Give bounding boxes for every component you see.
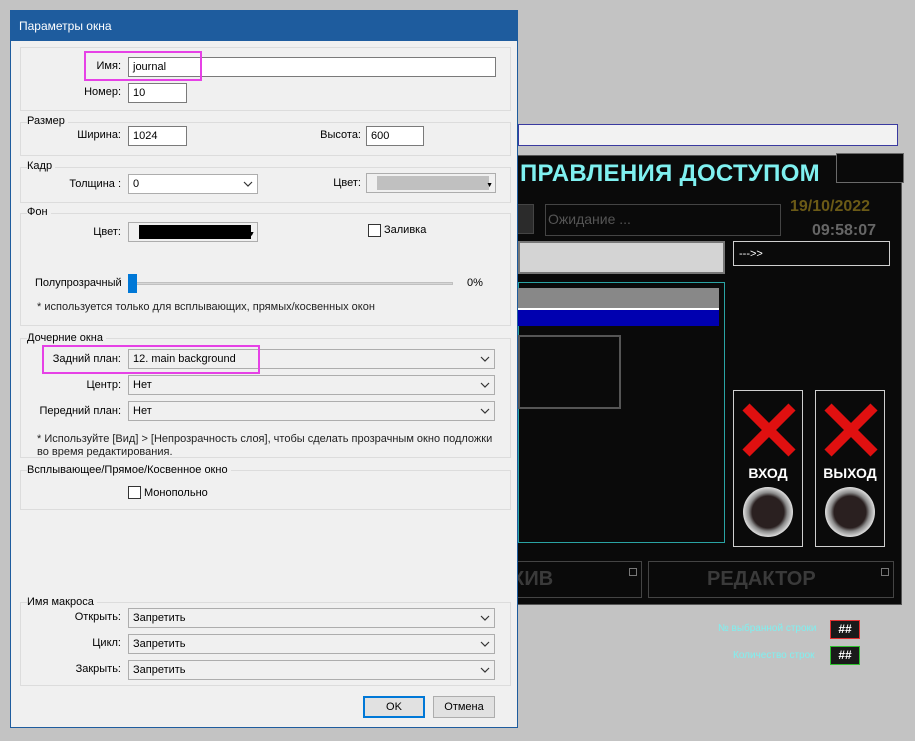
center-select[interactable]: Нет [128,375,495,395]
chevron-down-icon [480,667,490,673]
background-color-label: Цвет: [93,226,121,238]
hmi-list-selected-row[interactable] [518,308,719,326]
child-windows-group-label: Дочерние окна [27,332,106,344]
hmi-inner-box [518,335,621,409]
fill-checkbox[interactable] [368,224,381,237]
ok-button[interactable]: OK [363,696,425,718]
back-plan-highlight [42,345,260,374]
center-label: Центр: [86,379,121,391]
macro-group-label: Имя макроса [27,596,97,608]
fill-label: Заливка [384,224,427,236]
frame-color-label: Цвет: [333,177,361,189]
thickness-label: Толщина : [69,178,121,190]
hmi-exit-label: ВЫХОД [823,465,877,481]
macro-open-value: Запретить [133,612,186,624]
frame-color-picker[interactable]: ▼ [366,173,496,193]
popup-group-label: Всплывающее/Прямое/Косвенное окно [27,464,231,476]
chevron-down-icon [480,382,490,388]
macro-cycle-label: Цикл: [92,637,121,649]
modal-label: Монопольно [144,487,208,499]
hmi-editor-label: РЕДАКТОР [707,568,816,590]
hmi-arrow-field[interactable]: --->> [733,241,890,266]
frame-group-label: Кадр [27,160,56,172]
hmi-corner-panel [836,153,904,183]
macro-cycle-select[interactable]: Запретить [128,634,495,654]
front-plan-label: Передний план: [39,405,121,417]
thickness-value: 0 [133,178,140,190]
knob-icon [825,487,875,537]
height-field[interactable]: 600 [366,126,424,146]
dropdown-arrow-icon: ▼ [248,231,255,238]
modal-checkbox[interactable] [128,486,141,499]
row-count-label: Количество строк [733,650,815,661]
macro-open-label: Открыть: [74,611,121,623]
row-count-value: ## [830,646,860,665]
child-windows-note: * Используйте [Вид] > [Непрозрачность сл… [37,433,493,457]
transparency-slider[interactable] [128,274,137,293]
background-group-label: Фон [27,206,51,218]
size-group-label: Размер [27,115,68,127]
chevron-down-icon [480,641,490,647]
background-strip [518,124,898,146]
chevron-down-icon [480,356,490,362]
height-label: Высота: [320,129,361,141]
background-color-swatch [139,225,251,239]
center-value: Нет [133,379,152,391]
width-label: Ширина: [77,129,121,141]
width-field[interactable]: 1024 [128,126,187,146]
hmi-archive-button[interactable]: ХИВ [510,561,642,598]
dialog-title: Параметры окна [11,11,517,41]
popup-group [20,470,511,510]
hmi-list-header [518,288,719,308]
background-note: * используется только для всплывающих, п… [37,301,375,313]
macro-close-label: Закрыть: [75,663,121,675]
frame-color-swatch [377,176,489,190]
front-plan-value: Нет [133,405,152,417]
hmi-input-field[interactable] [518,241,725,274]
name-highlight [84,51,202,81]
transparency-label: Полупрозрачный [35,277,122,289]
hmi-title: ПРАВЛЕНИЯ ДОСТУПОМ [520,160,820,187]
red-x-icon [742,403,796,457]
front-plan-select[interactable]: Нет [128,401,495,421]
background-color-picker[interactable]: ▼ [128,222,258,242]
chevron-down-icon [480,615,490,621]
selected-row-label: № выбранной строки [718,623,817,634]
number-label: Номер: [84,86,121,98]
selected-row-value: ## [830,620,860,639]
knob-icon [743,487,793,537]
chevron-down-icon [480,408,490,414]
hmi-exit-button[interactable]: ВЫХОД [815,390,885,547]
macro-open-select[interactable]: Запретить [128,608,495,628]
window-parameters-dialog: Параметры окна Имя: journal Номер: 10 Ра… [10,10,518,728]
transparency-track [128,282,453,285]
number-field[interactable]: 10 [128,83,187,103]
red-x-icon [824,403,878,457]
hmi-editor-button[interactable]: РЕДАКТОР [648,561,894,598]
dropdown-arrow-icon: ▼ [486,182,493,189]
chevron-down-icon [243,181,253,187]
thickness-select[interactable]: 0 [128,174,258,194]
hmi-date: 19/10/2022 [790,198,871,215]
corner-square-icon [629,568,637,576]
corner-square-icon [881,568,889,576]
hmi-enter-button[interactable]: ВХОД [733,390,803,547]
cancel-button[interactable]: Отмена [433,696,495,718]
hmi-time: 09:58:07 [812,222,877,239]
macro-close-select[interactable]: Запретить [128,660,495,680]
macro-close-value: Запретить [133,664,186,676]
macro-cycle-value: Запретить [133,638,186,650]
hmi-status-text: Ожидание ... [545,204,781,236]
transparency-value: 0% [467,277,483,289]
hmi-enter-label: ВХОД [748,465,788,481]
